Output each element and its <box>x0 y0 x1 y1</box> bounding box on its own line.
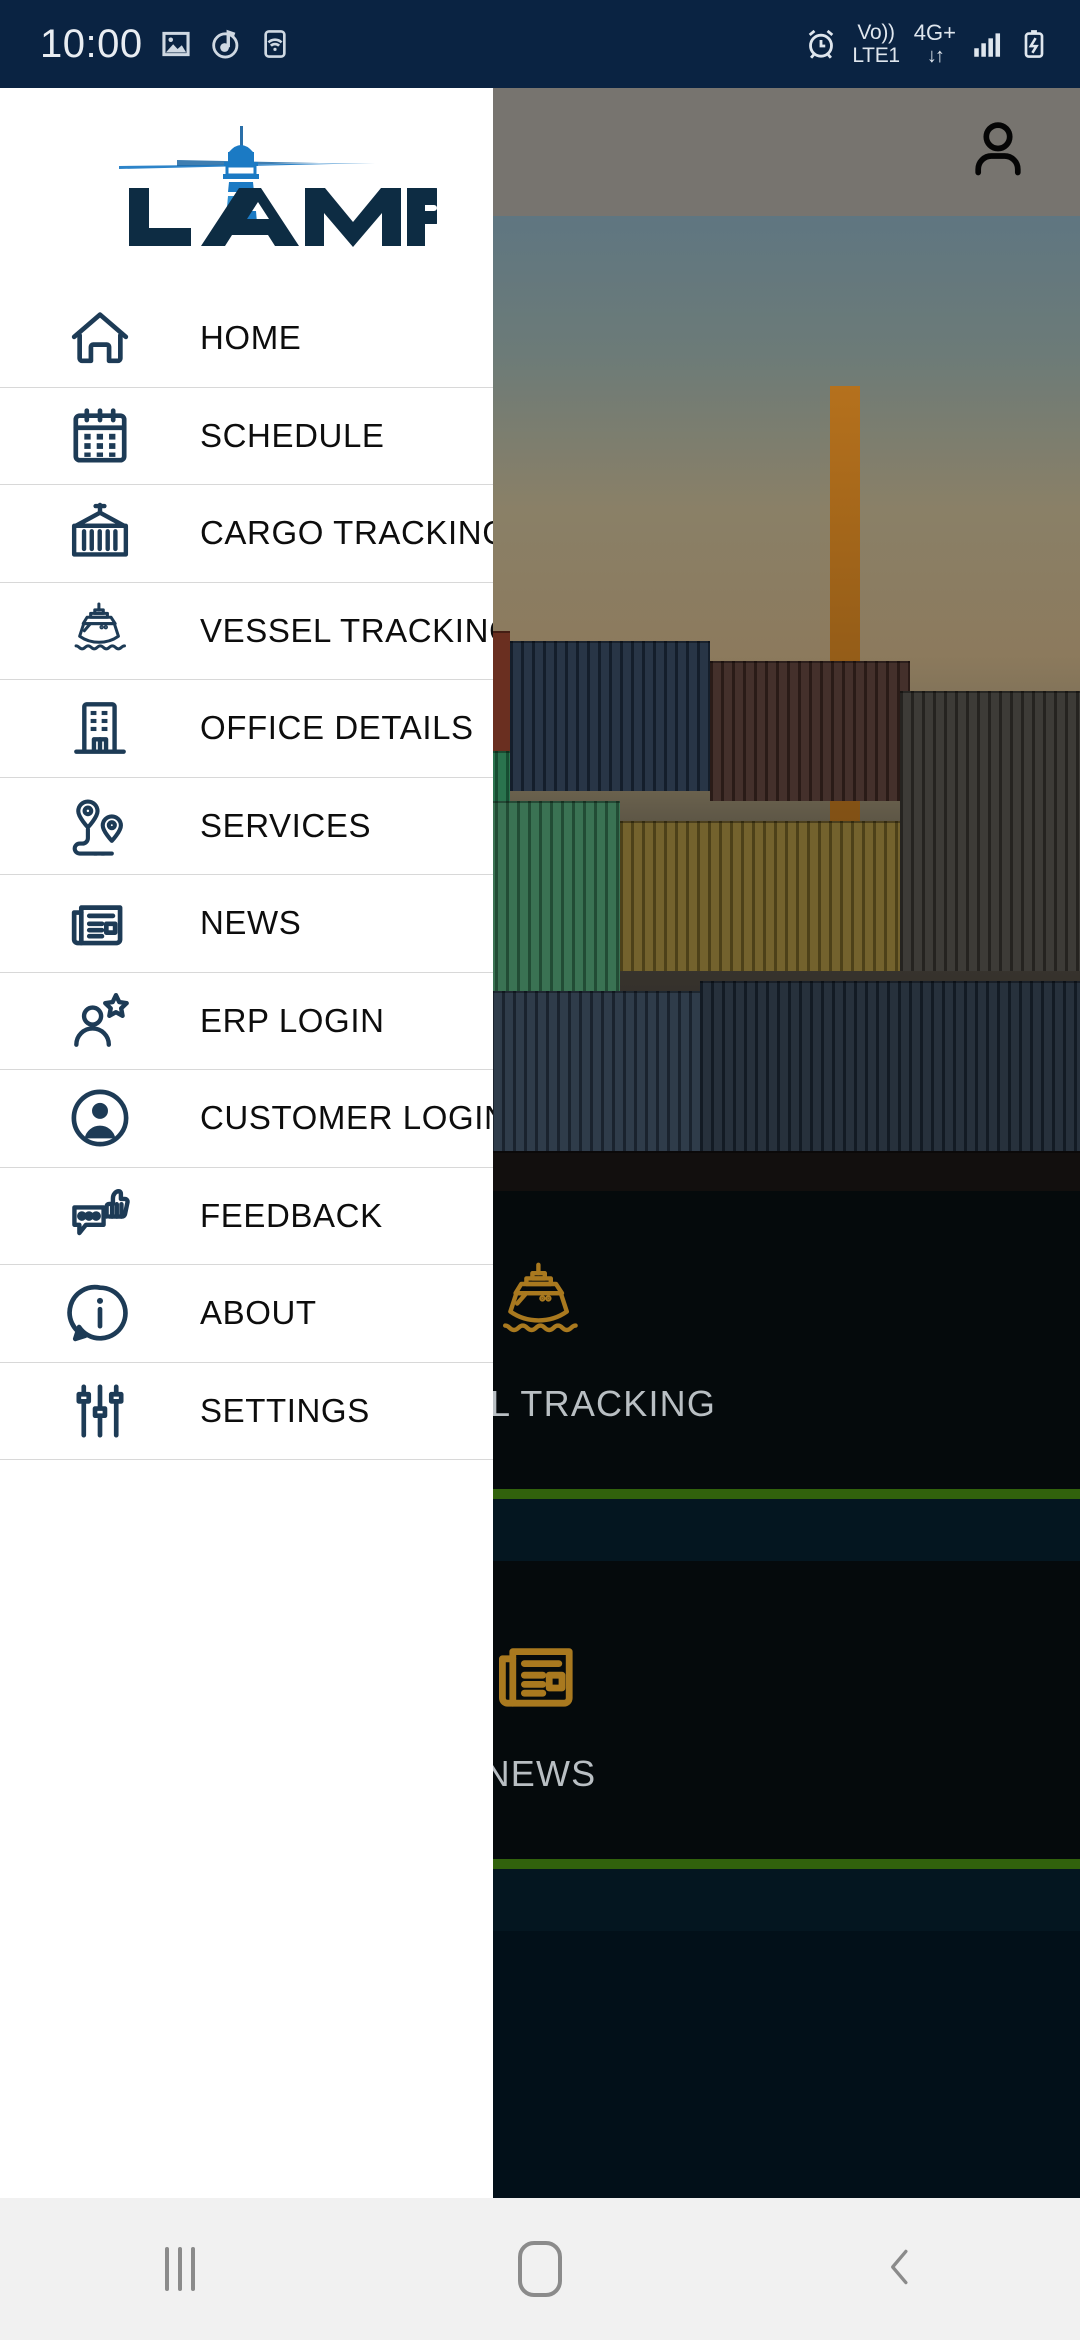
drawer-item-label: OFFICE DETAILS <box>200 709 474 747</box>
back-icon <box>878 2239 922 2300</box>
status-bar-left: 10:00 <box>40 22 291 67</box>
volte-line-2: LTE1 <box>852 44 900 67</box>
network-icon: 4G+ ↓↑ <box>913 20 956 67</box>
sliders-icon <box>0 1378 200 1444</box>
drawer-item-erp-login[interactable]: ERP LOGIN <box>0 973 493 1070</box>
map-route-pins-icon <box>0 793 200 859</box>
user-circle-icon <box>0 1085 200 1151</box>
building-icon <box>0 695 200 761</box>
drawer-item-feedback[interactable]: FEEDBACK <box>0 1168 493 1265</box>
music-icon <box>209 27 243 61</box>
user-star-icon <box>0 988 200 1054</box>
status-clock: 10:00 <box>40 21 143 66</box>
drawer-item-label: HOME <box>200 319 302 357</box>
back-button[interactable] <box>720 2198 1080 2340</box>
drawer-item-customer-login[interactable]: CUSTOMER LOGIN <box>0 1070 493 1168</box>
drawer-item-label: NEWS <box>200 904 302 942</box>
status-bar-right: Vo)) LTE1 4G+ ↓↑ <box>804 22 1050 66</box>
alarm-icon <box>804 27 838 61</box>
thumbs-up-chat-icon <box>0 1183 200 1249</box>
newspaper-icon <box>492 1626 588 1727</box>
volte-line-1: Vo)) <box>857 21 895 44</box>
signal-icon <box>970 27 1004 61</box>
drawer-item-label: FEEDBACK <box>200 1196 383 1234</box>
drawer-item-label: CARGO TRACKING <box>200 514 493 552</box>
recents-icon <box>165 2247 195 2291</box>
calendar-icon <box>0 403 200 469</box>
home-button[interactable] <box>360 2198 720 2340</box>
app-logo <box>0 88 493 290</box>
navigation-drawer[interactable]: HOME SCHEDULE CARGO TRACKING VESSEL TRAC… <box>0 88 493 2198</box>
newspaper-icon <box>0 890 200 956</box>
drawer-item-label: SERVICES <box>200 806 372 844</box>
drawer-item-vessel-tracking[interactable]: VESSEL TRACKING <box>0 583 493 680</box>
drawer-item-label: ABOUT <box>200 1294 317 1332</box>
hotspot-icon <box>259 28 291 60</box>
card-label: NEWS <box>483 1752 597 1794</box>
drawer-item-settings[interactable]: SETTINGS <box>0 1363 493 1460</box>
drawer-item-label: VESSEL TRACKING <box>200 611 493 649</box>
shipping-container-icon <box>0 500 200 566</box>
data-arrows: ↓↑ <box>926 45 945 67</box>
drawer-item-label: SETTINGS <box>200 1391 370 1429</box>
battery-charging-icon <box>1018 28 1050 60</box>
android-navigation-bar <box>0 2198 1080 2340</box>
drawer-item-cargo-tracking[interactable]: CARGO TRACKING <box>0 485 493 583</box>
drawer-item-office-details[interactable]: OFFICE DETAILS <box>0 680 493 778</box>
lighthouse-logo-icon <box>118 126 437 247</box>
drawer-item-services[interactable]: SERVICES <box>0 778 493 875</box>
phone-screen: VESSEL TRACKING NEWS HOME SCHEDULE CARGO… <box>0 0 1080 2340</box>
volte-icon: Vo)) LTE1 <box>852 21 900 67</box>
drawer-item-news[interactable]: NEWS <box>0 875 493 973</box>
account-icon[interactable] <box>962 114 1034 191</box>
drawer-item-schedule[interactable]: SCHEDULE <box>0 388 493 485</box>
home-icon <box>0 305 200 371</box>
drawer-item-about[interactable]: ABOUT <box>0 1265 493 1363</box>
status-bar: 10:00 Vo)) LTE1 4G+ ↓↑ <box>0 0 1080 88</box>
ship-icon <box>492 1256 588 1357</box>
home-nav-icon <box>518 2241 562 2297</box>
ship-icon <box>0 598 200 664</box>
drawer-item-label: CUSTOMER LOGIN <box>200 1099 493 1137</box>
image-icon <box>159 27 193 61</box>
network-type: 4G+ <box>913 20 956 45</box>
drawer-item-label: SCHEDULE <box>200 416 385 454</box>
recents-button[interactable] <box>0 2198 360 2340</box>
drawer-item-home[interactable]: HOME <box>0 290 493 388</box>
info-bubble-icon <box>0 1280 200 1346</box>
drawer-item-label: ERP LOGIN <box>200 1001 385 1039</box>
